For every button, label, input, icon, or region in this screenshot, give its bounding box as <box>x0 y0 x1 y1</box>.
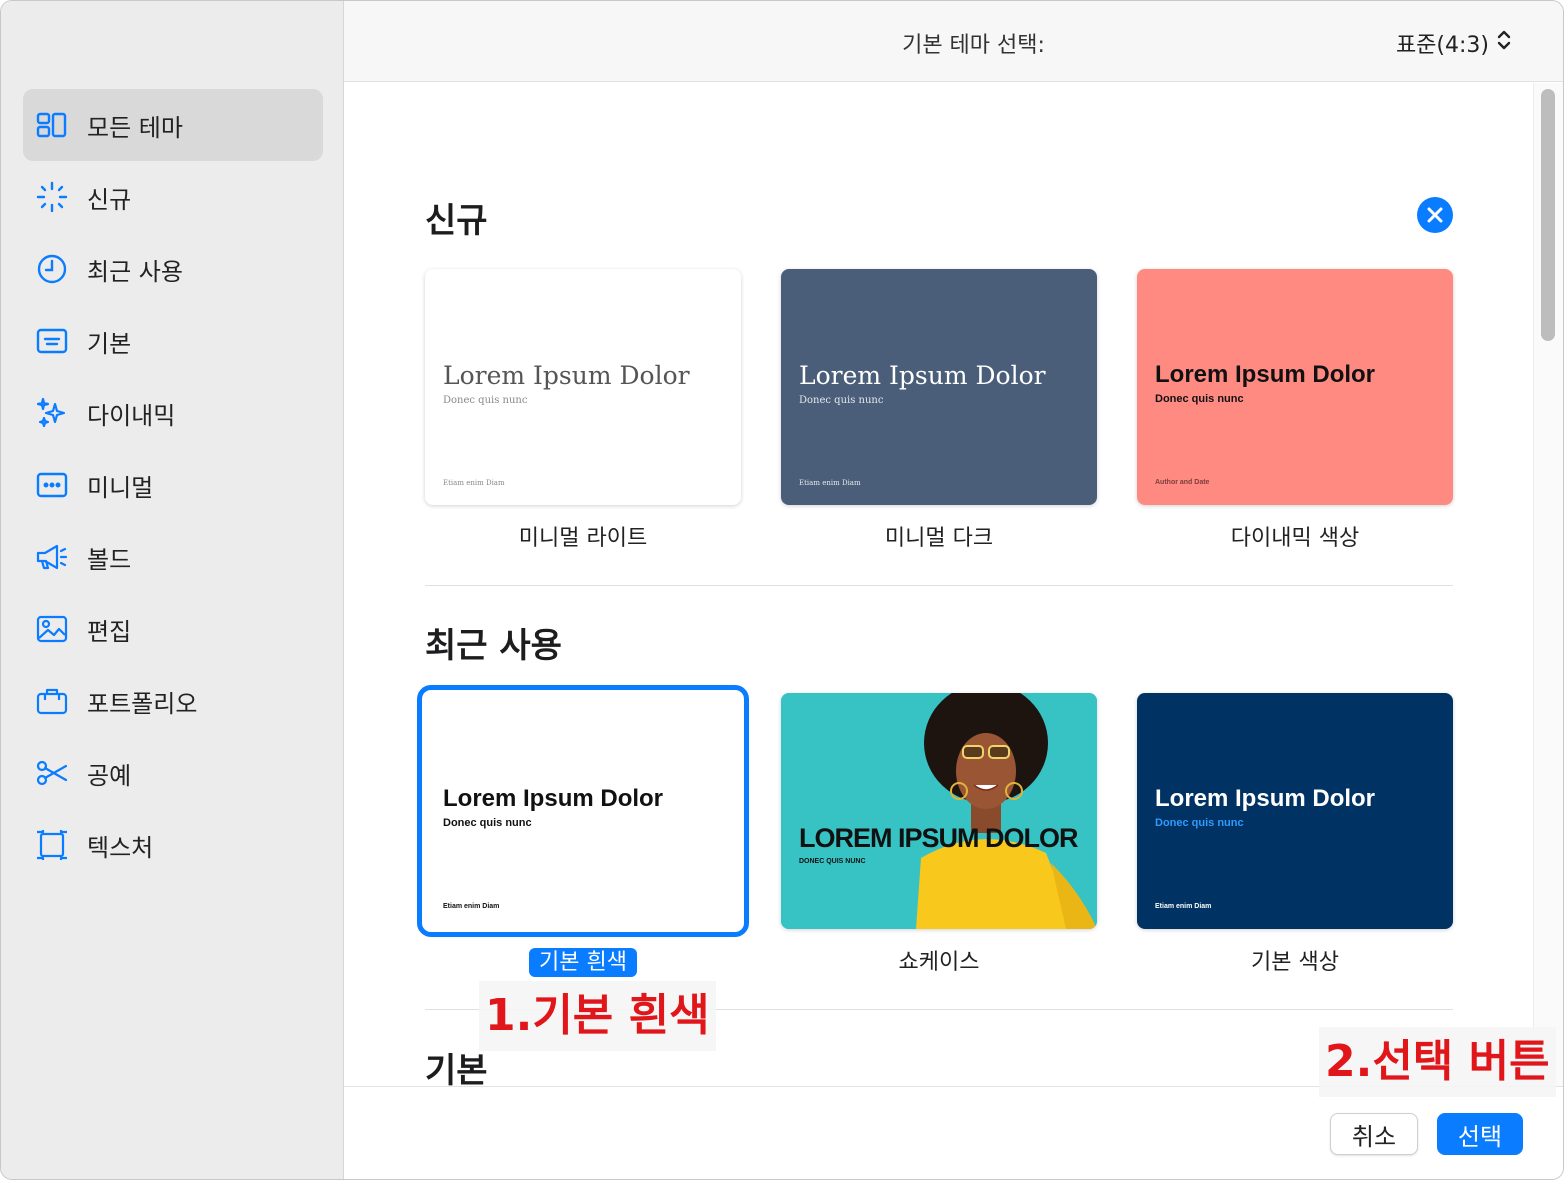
sidebar-item-label: 최근 사용 <box>87 257 183 286</box>
scrollbar-thumb[interactable] <box>1541 89 1555 341</box>
sidebar-item-craft[interactable]: 공예 <box>23 737 323 809</box>
thumb-title: Lorem Ipsum Dolor <box>443 785 664 812</box>
portrait-photo <box>781 693 1097 929</box>
thumb-title: Lorem Ipsum Dolor <box>1155 785 1376 812</box>
sidebar-item-editorial[interactable]: 편집 <box>23 593 323 665</box>
sidebar-item-bold[interactable]: 볼드 <box>23 521 323 593</box>
thumb-footer: Etiam enim Diam <box>1155 903 1212 910</box>
theme-gallery: 신규 Lorem Ipsum Dolor Donec quis nunc Eti… <box>344 83 1533 1086</box>
sidebar-item-label: 다이내믹 <box>87 401 176 430</box>
sidebar-item-label: 텍스처 <box>87 833 154 862</box>
theme-chooser-window: 모든 테마 신규 최근 사용 기본 다이내믹 미니멀 볼드 편집 포트폴리오 공… <box>0 0 1564 1180</box>
sidebar-item-label: 공예 <box>87 761 132 790</box>
megaphone-icon <box>35 540 69 574</box>
thumb-footer: Author and Date <box>1155 479 1210 486</box>
sidebar-item-dynamic[interactable]: 다이내믹 <box>23 377 323 449</box>
scissors-icon <box>35 756 69 790</box>
sidebar: 모든 테마 신규 최근 사용 기본 다이내믹 미니멀 볼드 편집 포트폴리오 공… <box>1 1 344 1179</box>
chevron-updown-icon <box>1495 27 1513 59</box>
thumb-subtitle: Donec quis nunc <box>1155 393 1244 405</box>
sidebar-item-label: 미니멀 <box>87 473 154 502</box>
select-button[interactable]: 선택 <box>1437 1113 1523 1155</box>
thumb-subtitle: DONEC QUIS NUNC <box>799 858 866 865</box>
sidebar-item-label: 모든 테마 <box>87 113 183 142</box>
dialog-title: 기본 테마 선택: <box>902 33 1045 58</box>
texture-frame-icon <box>35 828 69 862</box>
close-new-section-button[interactable] <box>1417 197 1453 233</box>
sidebar-item-portfolio[interactable]: 포트폴리오 <box>23 665 323 737</box>
thumb-title: Lorem Ipsum Dolor <box>799 361 1046 390</box>
theme-name: 다이내믹 색상 <box>1230 526 1360 551</box>
sparkle-burst-icon <box>35 180 69 214</box>
thumb-title: LOREM IPSUM DOLOR <box>799 823 1078 853</box>
thumb-subtitle: Donec quis nunc <box>799 395 884 406</box>
sidebar-item-label: 신규 <box>87 185 132 214</box>
clock-icon <box>35 252 69 286</box>
sidebar-item-all-themes[interactable]: 모든 테마 <box>23 89 323 161</box>
section-divider <box>425 585 1453 586</box>
basic-slide-icon <box>35 324 69 358</box>
sparkles-icon <box>35 396 69 430</box>
thumb-subtitle: Donec quis nunc <box>443 817 532 829</box>
sidebar-item-texture[interactable]: 텍스처 <box>23 809 323 881</box>
annotation-step-1: 1.기본 흰색 <box>479 981 716 1051</box>
close-icon <box>1426 206 1444 224</box>
theme-thumbnail-showcase[interactable]: LOREM IPSUM DOLOR DONEC QUIS NUNC <box>781 693 1097 929</box>
sidebar-item-label: 편집 <box>87 617 132 646</box>
theme-thumbnail-minimal-light[interactable]: Lorem Ipsum Dolor Donec quis nunc Etiam … <box>425 269 741 505</box>
sidebar-item-label: 볼드 <box>87 545 132 574</box>
thumb-subtitle: Donec quis nunc <box>1155 817 1244 829</box>
briefcase-icon <box>35 684 69 718</box>
thumb-footer: Etiam enim Diam <box>443 903 500 910</box>
section-title-new: 신규 <box>425 201 488 241</box>
theme-name: 미니멀 다크 <box>884 526 994 551</box>
section-title-recent: 최근 사용 <box>425 626 562 666</box>
thumb-footer: Etiam enim Diam <box>799 479 861 487</box>
theme-name: 기본 색상 <box>1251 950 1339 975</box>
theme-thumbnail-basic-color[interactable]: Lorem Ipsum Dolor Donec quis nunc Etiam … <box>1137 693 1453 929</box>
header: 기본 테마 선택: 표준(4:3) <box>344 1 1563 82</box>
theme-thumbnail-minimal-dark[interactable]: Lorem Ipsum Dolor Donec quis nunc Etiam … <box>781 269 1097 505</box>
thumb-subtitle: Donec quis nunc <box>443 395 528 406</box>
dots-slide-icon <box>35 468 69 502</box>
sidebar-item-basic[interactable]: 기본 <box>23 305 323 377</box>
theme-name: 쇼케이스 <box>898 950 980 975</box>
sidebar-item-new[interactable]: 신규 <box>23 161 323 233</box>
theme-thumbnail-basic-white[interactable]: Lorem Ipsum Dolor Donec quis nunc Etiam … <box>425 693 741 929</box>
sidebar-item-recent[interactable]: 최근 사용 <box>23 233 323 305</box>
thumb-footer: Etiam enim Diam <box>443 479 505 487</box>
slide-size-popup[interactable]: 표준(4:3) <box>1396 27 1513 59</box>
cancel-button[interactable]: 취소 <box>1330 1113 1418 1155</box>
photo-icon <box>35 612 69 646</box>
thumb-title: Lorem Ipsum Dolor <box>1155 361 1376 388</box>
sidebar-item-minimal[interactable]: 미니멀 <box>23 449 323 521</box>
thumb-title: Lorem Ipsum Dolor <box>443 361 690 390</box>
annotation-step-2: 2.선택 버튼 <box>1319 1027 1556 1097</box>
theme-thumbnail-dynamic-color[interactable]: Lorem Ipsum Dolor Donec quis nunc Author… <box>1137 269 1453 505</box>
sidebar-item-label: 포트폴리오 <box>87 689 198 718</box>
sidebar-item-label: 기본 <box>87 329 132 358</box>
slide-size-value: 표준(4:3) <box>1395 33 1489 58</box>
grid-icon <box>35 108 69 142</box>
dialog-footer: 취소 선택 <box>344 1086 1563 1179</box>
theme-name: 미니멀 라이트 <box>518 526 648 551</box>
theme-name-selected: 기본 흰색 <box>425 944 741 977</box>
